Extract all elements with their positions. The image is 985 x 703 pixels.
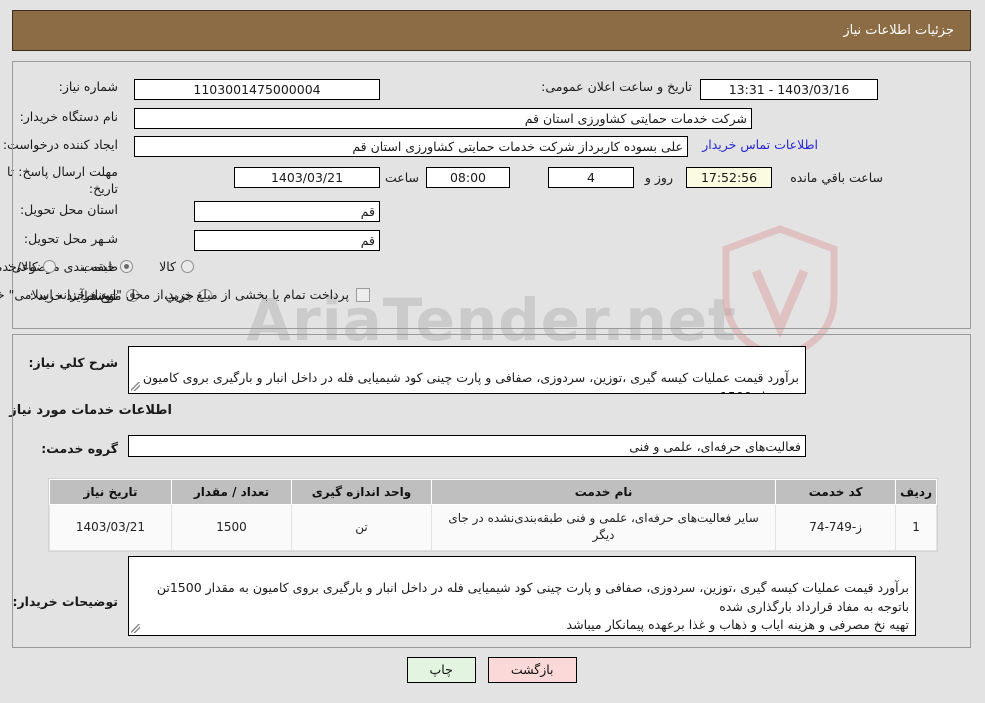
cell-qty: 1500 <box>172 504 293 551</box>
col-header-code: کد خدمت <box>776 479 898 505</box>
treasury-bond-row: پرداخت تمام یا بخشی از مبلغ خرید،از محل … <box>0 287 371 304</box>
col-header-unit: واحد اندازه گیری <box>292 479 433 505</box>
countdown-timer-value: 17:52:56 <box>701 170 759 185</box>
action-button-bar: بازگشت چاپ <box>0 657 985 684</box>
need-summary-value: برآورد قیمت عملیات کیسه گیری ،توزین، سرد… <box>143 369 800 393</box>
announce-datetime-field[interactable]: 1403/03/16 - 13:31 <box>701 79 879 100</box>
back-button[interactable]: بازگشت <box>488 657 578 684</box>
buyer-org-value: شرکت خدمات حمایتی کشاورزی استان قم <box>525 111 748 126</box>
buyer-org-field[interactable]: شرکت خدمات حمایتی کشاورزی استان قم <box>135 108 753 129</box>
col-header-date: تاریخ نیاز <box>50 479 173 505</box>
delivery-city-value: قم <box>361 233 376 248</box>
delivery-province-value: قم <box>361 204 376 219</box>
cell-unit: تن <box>292 504 433 551</box>
deadline-time-value: 08:00 <box>450 170 488 185</box>
deadline-date-field[interactable]: 1403/03/21 <box>235 167 381 188</box>
cell-index: 1 <box>896 504 938 551</box>
services-table-head: ردیف کد خدمت نام خدمت واحد اندازه گیری ت… <box>50 479 938 505</box>
treasury-bond-text: پرداخت تمام یا بخشی از مبلغ خرید،از محل … <box>0 287 350 302</box>
service-group-field[interactable]: فعالیت‌های حرفه‌ای، علمی و فنی <box>129 435 807 457</box>
services-table-wrapper: ردیف کد خدمت نام خدمت واحد اندازه گیری ت… <box>49 478 939 552</box>
radio-label-kala-khedmat: کالا/خدمت <box>0 259 39 274</box>
need-number-field[interactable]: 1103001475000004 <box>135 79 381 100</box>
radio-option-khedmat[interactable]: خدمت <box>82 259 135 274</box>
buyer-contact-row: اطلاعات تماس خریدار <box>703 137 819 152</box>
radio-option-kala-khedmat[interactable]: کالا/خدمت <box>0 259 57 274</box>
need-number-value: 1103001475000004 <box>194 82 322 97</box>
radio-indicator-khedmat <box>121 260 135 273</box>
cell-date: 1403/03/21 <box>50 504 173 551</box>
service-group-value: فعالیت‌های حرفه‌ای، علمی و فنی <box>630 438 802 454</box>
deadline-date-value: 1403/03/21 <box>271 170 345 185</box>
buyer-notes-textarea[interactable]: برآورد قیمت عملیات کیسه گیری ،توزین، سرد… <box>129 556 917 636</box>
page-header: جزئیات اطلاعات نیاز <box>13 10 972 51</box>
radio-label-khedmat: خدمت <box>82 259 117 274</box>
request-creator-value: علی بسوده کاربرداز شرکت خدمات حمایتی کشا… <box>353 139 684 154</box>
col-header-name: نام خدمت <box>431 479 778 505</box>
deadline-time-field[interactable]: 08:00 <box>427 167 511 188</box>
delivery-city-field[interactable]: قم <box>195 230 381 251</box>
table-header-row: ردیف کد خدمت نام خدمت واحد اندازه گیری ت… <box>50 479 938 505</box>
announce-datetime-value: 1403/03/16 - 13:31 <box>729 82 851 97</box>
services-table: ردیف کد خدمت نام خدمت واحد اندازه گیری ت… <box>50 479 938 551</box>
countdown-timer-field: 17:52:56 <box>687 167 773 188</box>
treasury-bond-checkbox[interactable] <box>357 288 371 303</box>
print-button[interactable]: چاپ <box>407 657 477 684</box>
subject-category-radio-group: کالا خدمت کالا/خدمت <box>0 259 195 274</box>
page-root: جزئیات اطلاعات نیاز AriaTender.net شماره… <box>0 0 985 703</box>
need-summary-textarea[interactable]: برآورد قیمت عملیات کیسه گیری ،توزین، سرد… <box>129 346 807 394</box>
remaining-days-field[interactable]: 4 <box>549 167 635 188</box>
radio-option-kala[interactable]: کالا <box>160 259 195 274</box>
buyer-notes-value: برآورد قیمت عملیات کیسه گیری ،توزین، سرد… <box>157 579 910 633</box>
services-table-body: 1 ز-749-74 سایر فعالیت‌های حرفه‌ای، علمی… <box>50 504 938 551</box>
col-header-index: ردیف <box>896 479 938 505</box>
radio-indicator-kala-khedmat <box>43 260 57 273</box>
page-title: جزئیات اطلاعات نیاز <box>844 23 955 38</box>
buyer-contact-link[interactable]: اطلاعات تماس خریدار <box>703 137 819 152</box>
col-header-qty: تعداد / مقدار <box>172 479 293 505</box>
request-creator-field[interactable]: علی بسوده کاربرداز شرکت خدمات حمایتی کشا… <box>135 136 689 157</box>
cell-code: ز-749-74 <box>776 504 898 551</box>
remaining-days-value: 4 <box>588 170 596 185</box>
table-row[interactable]: 1 ز-749-74 سایر فعالیت‌های حرفه‌ای، علمی… <box>50 504 938 551</box>
cell-name: سایر فعالیت‌های حرفه‌ای، علمی و فنی طبقه… <box>431 504 778 551</box>
radio-label-kala: کالا <box>160 259 177 274</box>
radio-indicator-kala <box>182 260 195 273</box>
delivery-province-field[interactable]: قم <box>195 201 381 222</box>
